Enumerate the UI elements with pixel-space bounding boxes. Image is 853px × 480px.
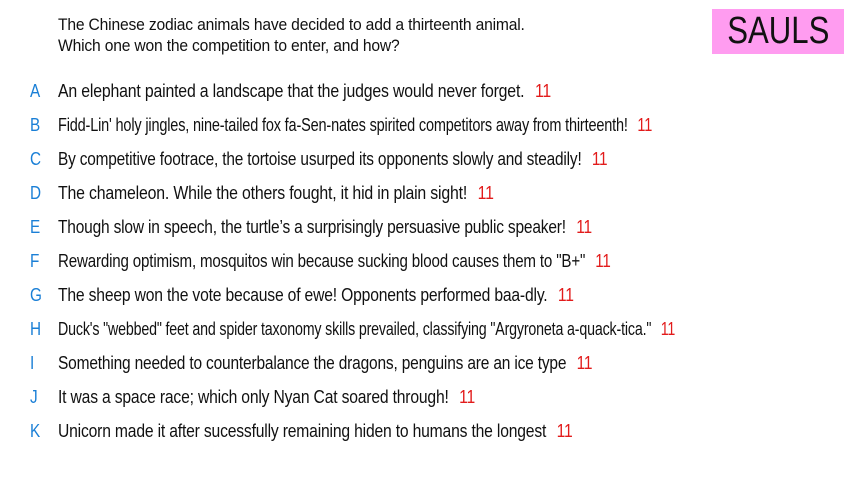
- answer-content: An elephant painted a landscape that the…: [58, 81, 551, 102]
- answer-text: An elephant painted a landscape that the…: [58, 80, 525, 101]
- answer-row-e[interactable]: E Though slow in speech, the turtle’s a …: [0, 210, 853, 244]
- answer-text: Something needed to counterbalance the d…: [58, 352, 567, 373]
- answer-letter: H: [30, 318, 42, 339]
- question-text: The Chinese zodiac animals have decided …: [58, 14, 628, 56]
- answer-score: 11: [660, 318, 676, 339]
- answer-row-f[interactable]: F Rewarding optimism, mosquitos win beca…: [0, 244, 853, 278]
- answer-row-b[interactable]: B Fidd-Lin' holy jingles, nine-tailed fo…: [0, 108, 853, 142]
- answer-score: 11: [534, 80, 552, 101]
- answer-text: The chameleon. While the others fought, …: [58, 182, 468, 203]
- answer-score: 11: [459, 386, 476, 407]
- answer-content: Duck's "webbed" feet and spider taxonomy…: [58, 319, 675, 340]
- answer-score: 11: [595, 250, 611, 271]
- answer-score: 11: [557, 284, 574, 305]
- answer-row-h[interactable]: H Duck's "webbed" feet and spider taxono…: [0, 312, 853, 346]
- answer-content: Fidd-Lin' holy jingles, nine-tailed fox …: [58, 115, 652, 136]
- answer-score: 11: [576, 352, 593, 373]
- answer-list: A An elephant painted a landscape that t…: [0, 74, 853, 448]
- answer-content: It was a space race; which only Nyan Cat…: [58, 387, 475, 408]
- answer-text: Rewarding optimism, mosquitos win becaus…: [58, 250, 586, 271]
- answer-letter: B: [30, 114, 41, 135]
- answer-score: 11: [556, 420, 573, 441]
- answer-text: It was a space race; which only Nyan Cat…: [58, 386, 449, 407]
- answer-letter: C: [30, 148, 42, 169]
- answer-letter: A: [30, 80, 41, 101]
- answer-content: Unicorn made it after sucessfully remain…: [58, 421, 573, 442]
- team-badge: SAULS: [712, 9, 844, 54]
- answer-row-k[interactable]: K Unicorn made it after sucessfully rema…: [0, 414, 853, 448]
- answer-row-i[interactable]: I Something needed to counterbalance the…: [0, 346, 853, 380]
- answer-text: Duck's "webbed" feet and spider taxonomy…: [58, 318, 652, 339]
- answer-letter: J: [30, 386, 38, 407]
- answer-content: Rewarding optimism, mosquitos win becaus…: [58, 251, 611, 272]
- answer-letter: G: [30, 284, 42, 305]
- answer-text: By competitive footrace, the tortoise us…: [58, 148, 582, 169]
- answer-row-d[interactable]: D The chameleon. While the others fought…: [0, 176, 853, 210]
- answer-row-g[interactable]: G The sheep won the vote because of ewe!…: [0, 278, 853, 312]
- answer-letter: K: [30, 420, 41, 441]
- answer-score: 11: [637, 114, 653, 135]
- answer-letter: I: [30, 352, 35, 373]
- answer-content: The chameleon. While the others fought, …: [58, 183, 494, 204]
- answer-content: Though slow in speech, the turtle’s a su…: [58, 217, 592, 238]
- answer-text: Though slow in speech, the turtle’s a su…: [58, 216, 566, 237]
- answer-score: 11: [477, 182, 494, 203]
- answer-content: The sheep won the vote because of ewe! O…: [58, 285, 574, 306]
- question-line-1: The Chinese zodiac animals have decided …: [58, 15, 525, 34]
- answer-score: 11: [576, 216, 592, 237]
- answer-letter: F: [30, 250, 40, 271]
- team-badge-label: SAULS: [726, 10, 830, 52]
- answer-letter: D: [30, 182, 42, 203]
- answer-text: Fidd-Lin' holy jingles, nine-tailed fox …: [58, 114, 628, 135]
- answer-row-c[interactable]: C By competitive footrace, the tortoise …: [0, 142, 853, 176]
- question-line-2: Which one won the competition to enter, …: [58, 36, 400, 55]
- answer-content: Something needed to counterbalance the d…: [58, 352, 593, 374]
- answer-row-a[interactable]: A An elephant painted a landscape that t…: [0, 74, 853, 108]
- answer-text: Unicorn made it after sucessfully remain…: [58, 420, 547, 441]
- answer-letter: E: [30, 216, 41, 237]
- answer-content: By competitive footrace, the tortoise us…: [58, 148, 608, 170]
- answer-text: The sheep won the vote because of ewe! O…: [58, 284, 548, 305]
- answer-row-j[interactable]: J It was a space race; which only Nyan C…: [0, 380, 853, 414]
- answer-score: 11: [591, 148, 608, 169]
